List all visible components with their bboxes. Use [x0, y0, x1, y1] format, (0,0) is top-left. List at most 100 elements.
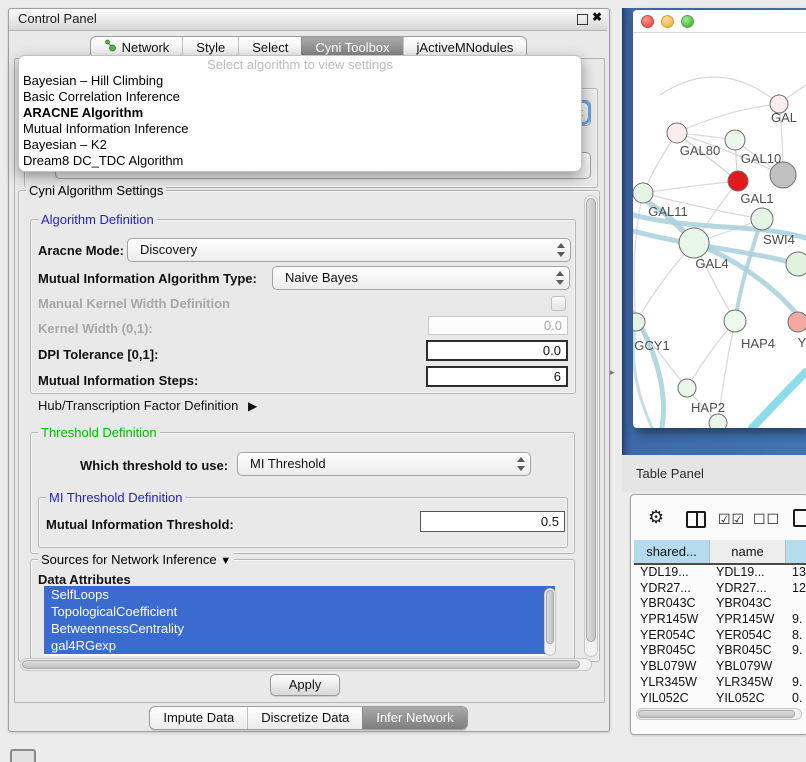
table-row[interactable]: YBR045CYBR045C9. [634, 643, 806, 659]
split-columns-icon[interactable] [686, 511, 706, 528]
network-node[interactable] [728, 171, 748, 191]
column-header-a[interactable]: A [786, 540, 806, 563]
mi-type-combobox[interactable]: Naive Bayes [272, 266, 570, 290]
tab-label: Discretize Data [261, 707, 349, 729]
data-attribute-item-selfloops[interactable]: SelfLoops [44, 586, 555, 603]
kernel-width-field[interactable] [428, 316, 568, 335]
network-edge [660, 77, 779, 104]
network-node-gal80[interactable] [667, 123, 687, 143]
table-cell: 9. [786, 612, 806, 628]
hub-definition-label: Hub/Transcription Factor Definition [38, 398, 238, 413]
sources-legend: Sources for Network Inference ▼ [38, 552, 234, 567]
aracne-mode-combobox[interactable]: Discovery [127, 238, 571, 262]
column-header-shared[interactable]: shared... [634, 540, 710, 563]
manual-kernel-checkbox[interactable] [551, 296, 566, 311]
aracne-mode-value: Discovery [140, 239, 197, 261]
tab-label: Infer Network [376, 707, 453, 729]
which-threshold-combobox[interactable]: MI Threshold [237, 452, 531, 476]
table-row[interactable]: YLR345WYLR345W9. [634, 675, 806, 691]
table-cell: YBL079W [634, 659, 710, 675]
table-cell: YIL052C [710, 691, 786, 706]
data-attribute-item-betweennesscentrality[interactable]: BetweennessCentrality [44, 620, 555, 637]
table-cell: 12 [786, 581, 806, 597]
dropdown-item-aracne-algorithm[interactable]: ARACNE Algorithm [19, 105, 581, 121]
table-cell [786, 596, 806, 612]
select-all-checkboxes-icon[interactable]: ☑☑ [718, 511, 745, 528]
minimize-traffic-light-icon[interactable] [661, 15, 674, 28]
table-row[interactable]: YER054CYER054C8. [634, 628, 806, 644]
network-edge [677, 104, 779, 133]
mi-threshold-field[interactable] [420, 511, 565, 532]
data-attribute-item-topologicalcoefficient[interactable]: TopologicalCoefficient [44, 603, 555, 620]
network-node-gal11[interactable] [633, 183, 653, 203]
table-horizontal-scrollbar[interactable] [636, 708, 802, 720]
node-label-swi4: SWI4 [763, 232, 795, 247]
network-window-titlebar[interactable] [633, 10, 806, 33]
dropdown-item-dream8-dc-tdc-algorithm[interactable]: Dream8 DC_TDC Algorithm [19, 153, 581, 169]
corner-grip[interactable] [10, 749, 36, 762]
table-row[interactable]: YPR145WYPR145W9. [634, 612, 806, 628]
data-attributes-list[interactable]: SelfLoopsTopologicalCoefficientBetweenne… [44, 586, 555, 656]
data-attribute-item-gal4rgexp[interactable]: gal4RGexp [44, 637, 555, 654]
table-cell: YBR043C [710, 596, 786, 612]
tab-impute-data[interactable]: Impute Data [150, 707, 247, 729]
dpi-tolerance-field[interactable] [426, 340, 568, 361]
network-node-hap4[interactable] [724, 310, 746, 332]
spinner-arrows-icon [515, 457, 526, 471]
network-canvas[interactable]: GALGAL80GAL10GAL11GAL1GAL4SWI4GCY1HAP4YH… [633, 32, 806, 428]
which-threshold-label: Which threshold to use: [80, 458, 228, 473]
splitter-collapse-arrow-icon[interactable]: ▸ [610, 367, 615, 378]
apply-button[interactable]: Apply [270, 674, 340, 696]
mi-steps-field[interactable] [426, 366, 568, 387]
table-row[interactable]: YDR27...YDR27...12 [634, 581, 806, 597]
close-icon[interactable]: ✖ [592, 10, 602, 24]
node-label-y: Y [798, 335, 806, 350]
mi-type-label: Mutual Information Algorithm Type: [38, 271, 257, 286]
table-cell: YBR043C [634, 596, 710, 612]
algorithm-definition-legend: Algorithm Definition [38, 212, 157, 227]
network-node-swi4[interactable] [786, 252, 806, 276]
network-node-y[interactable] [788, 312, 806, 332]
table-row[interactable]: YBL079WYBL079W [634, 659, 806, 675]
float-window-icon[interactable] [577, 14, 588, 25]
column-header-name[interactable]: name [710, 540, 786, 563]
table-row[interactable]: YBR043CYBR043C [634, 596, 806, 612]
control-panel-titlebar[interactable] [9, 9, 607, 31]
export-table-icon[interactable] [793, 509, 806, 527]
settings-horizontal-scrollbar[interactable] [20, 658, 592, 671]
close-traffic-light-icon[interactable] [641, 15, 654, 28]
spinner-arrows-icon [554, 271, 565, 285]
dropdown-item-mutual-information-inference[interactable]: Mutual Information Inference [19, 121, 581, 137]
network-node-gal1[interactable] [751, 208, 773, 230]
table-row[interactable]: YIL052CYIL052C0. [634, 691, 806, 706]
gear-icon[interactable]: ⚙ [648, 507, 664, 528]
bottom-tab-bar: Impute Data Discretize Data Infer Network [8, 706, 609, 730]
network-node[interactable] [770, 162, 796, 188]
dropdown-item-bayesian-hill-climbing[interactable]: Bayesian – Hill Climbing [19, 73, 581, 89]
zoom-traffic-light-icon[interactable] [681, 15, 694, 28]
tab-infer-network[interactable]: Infer Network [362, 707, 466, 729]
network-node-gal10[interactable] [725, 130, 745, 150]
dropdown-item-bayesian-k2[interactable]: Bayesian – K2 [19, 137, 581, 153]
network-node[interactable] [709, 414, 727, 428]
table-cell: YLR345W [710, 675, 786, 691]
hub-definition-expander[interactable]: Hub/Transcription Factor Definition ▶ [38, 398, 257, 413]
dropdown-item-basic-correlation-inference[interactable]: Basic Correlation Inference [19, 89, 581, 105]
settings-vertical-scrollbar[interactable] [584, 195, 598, 657]
network-node-gal4[interactable] [679, 228, 709, 258]
table-header-row: shared...nameA [634, 540, 806, 565]
table-row[interactable]: YDL19...YDL19...13 [634, 565, 806, 581]
network-node-hap2[interactable] [678, 379, 696, 397]
table-cell: YIL052C [634, 691, 710, 706]
node-label-gal4: GAL4 [695, 256, 728, 271]
unselect-all-checkboxes-icon[interactable]: ☐☐ [753, 511, 780, 528]
table-cell: YBR045C [634, 643, 710, 659]
table-cell: 9. [786, 675, 806, 691]
mi-threshold-legend: MI Threshold Definition [46, 490, 185, 505]
tab-discretize-data[interactable]: Discretize Data [247, 707, 362, 729]
node-label-gal11: GAL11 [648, 204, 688, 219]
node-label-gcy1: GCY1 [634, 338, 669, 353]
list-vertical-scrollbar[interactable] [544, 588, 556, 656]
mi-type-value: Naive Bayes [285, 267, 358, 289]
tab-label: Impute Data [163, 707, 234, 729]
